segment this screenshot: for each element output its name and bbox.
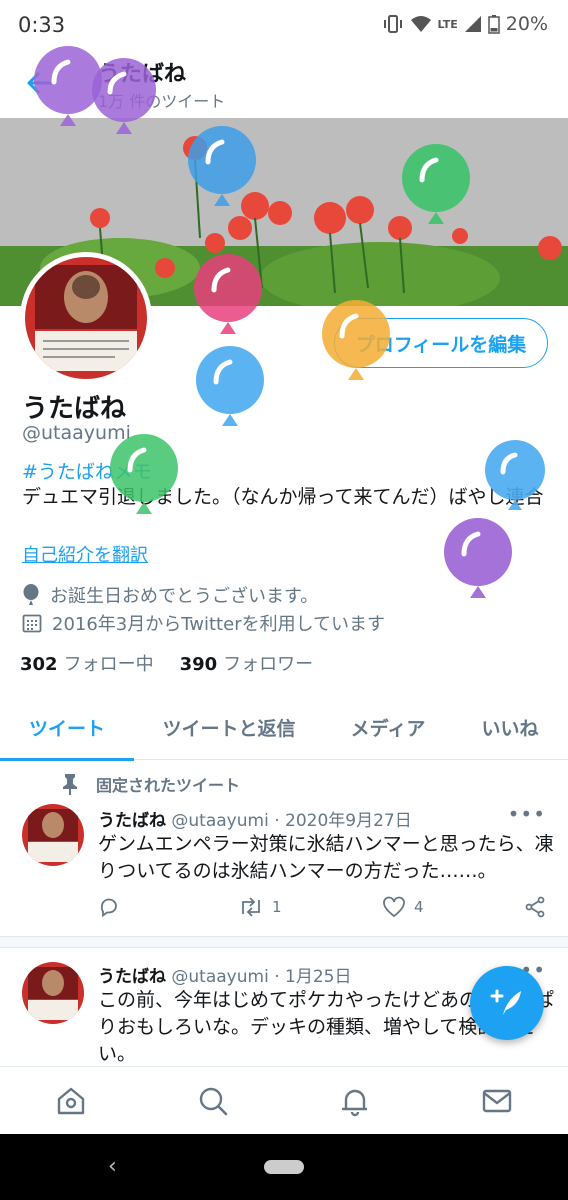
joined-text: 2016年3月からTwitterを利用しています <box>52 614 386 635</box>
pinned-tweet-label: 固定されたツイート <box>60 772 240 796</box>
lte-label: LTE <box>437 17 458 31</box>
system-home-pill[interactable] <box>264 1160 304 1174</box>
calendar-icon <box>22 614 42 633</box>
status-icons: LTE 20% <box>382 13 548 35</box>
joined-row: 2016年3月からTwitterを利用しています <box>22 610 385 636</box>
heart-icon <box>383 896 405 918</box>
profile-name: うたばね <box>22 394 127 424</box>
birthday-text: お誕生日おめでとうございます。 <box>50 586 319 607</box>
balloon-decoration <box>444 518 512 598</box>
pinned-text: 固定されたツイート <box>96 776 241 795</box>
balloon-decoration <box>402 144 470 224</box>
tweet-date: 2020年9月27日 <box>285 811 412 831</box>
tweet-author-name: うたばね <box>98 967 166 987</box>
vibrate-icon <box>383 15 402 33</box>
bio-text: デュエマ引退しました。（なんか帰って来てんだ）ばやし連合 <box>22 486 544 508</box>
balloon-decoration <box>196 346 264 426</box>
home-icon[interactable] <box>55 1085 87 1117</box>
followers-label: フォロワー <box>223 654 314 675</box>
system-back-icon[interactable]: ‹ <box>108 1154 117 1179</box>
more-options-icon[interactable]: ••• <box>508 802 546 826</box>
tweet-dot-separator: · <box>274 811 280 831</box>
balloon-decoration <box>110 434 178 514</box>
compose-tweet-button[interactable] <box>470 966 544 1040</box>
tab-tweets[interactable]: ツイート <box>0 694 134 761</box>
following-link[interactable]: 302 フォロー中 <box>20 650 154 676</box>
like-button[interactable]: 4 <box>382 896 424 918</box>
bottom-navigation <box>0 1066 568 1134</box>
feather-plus-icon <box>490 989 521 1015</box>
status-time: 0:33 <box>18 13 66 37</box>
tweet-avatar-image <box>22 962 84 1024</box>
search-icon[interactable] <box>197 1085 229 1117</box>
tweet-actions: 1 4 <box>98 896 550 926</box>
tab-likes[interactable]: いいね <box>452 694 568 760</box>
status-bar: 0:33 LTE 20% <box>0 0 568 50</box>
tweet-text: ゲンムエンペラー対策に氷結ハンマーと思ったら、凍りついてるのは氷結ハンマーの方だ… <box>98 833 554 882</box>
birthday-row: お誕生日おめでとうございます。 <box>22 582 318 608</box>
translate-bio-link[interactable]: 自己紹介を翻訳 <box>22 541 148 567</box>
tweet-date: 1月25日 <box>285 967 352 987</box>
reply-button[interactable] <box>98 896 120 918</box>
follow-stats: 302 フォロー中 390 フォロワー <box>20 650 313 676</box>
profile-avatar[interactable] <box>20 252 152 384</box>
tweet-header: うたばね @utaayumi · 1月25日 <box>98 962 351 987</box>
tweet-author-name: うたばね <box>98 811 166 831</box>
tweet-header: うたばね @utaayumi · 2020年9月27日 <box>98 806 412 831</box>
tweet-author-handle: @utaayumi <box>171 811 269 831</box>
balloon-decoration <box>194 254 262 334</box>
share-icon <box>525 896 545 918</box>
bell-icon[interactable] <box>339 1085 371 1117</box>
balloon-icon <box>23 584 39 605</box>
tweet-avatar[interactable] <box>22 962 84 1024</box>
wifi-icon <box>410 16 431 32</box>
tweet-avatar-image <box>22 804 84 866</box>
tweet-divider <box>0 936 568 948</box>
signal-icon <box>464 16 481 32</box>
battery-percent: 20% <box>505 13 548 35</box>
tweet-dot-separator: · <box>274 967 280 987</box>
battery-icon <box>488 15 500 34</box>
following-label: フォロー中 <box>63 654 154 675</box>
followers-count: 390 <box>179 654 218 675</box>
tweet-avatar[interactable] <box>22 804 84 866</box>
tab-media[interactable]: メディア <box>324 694 452 760</box>
balloon-decoration <box>188 126 256 206</box>
mail-icon[interactable] <box>481 1085 513 1117</box>
following-count: 302 <box>20 654 58 675</box>
balloon-decoration <box>322 300 390 380</box>
reply-icon <box>100 898 117 918</box>
avatar-card-image <box>25 257 147 379</box>
retweet-button[interactable]: 1 <box>238 896 282 918</box>
followers-link[interactable]: 390 フォロワー <box>180 650 314 676</box>
tweet-item[interactable]: うたばね @utaayumi · 2020年9月27日 ••• ゲンムエンペラー… <box>0 800 568 936</box>
like-count: 4 <box>414 898 424 916</box>
tweet-author-handle: @utaayumi <box>171 967 269 987</box>
profile-tabs: ツイート ツイートと返信 メディア いいね <box>0 694 568 761</box>
retweet-count: 1 <box>272 898 282 916</box>
tab-tweets-and-replies[interactable]: ツイートと返信 <box>134 694 324 760</box>
retweet-icon <box>242 897 260 917</box>
pin-icon <box>63 774 77 795</box>
balloon-decoration <box>485 440 545 510</box>
share-button[interactable] <box>524 896 546 918</box>
system-navigation-bar: ‹ <box>0 1134 568 1200</box>
balloon-decoration <box>92 58 156 134</box>
